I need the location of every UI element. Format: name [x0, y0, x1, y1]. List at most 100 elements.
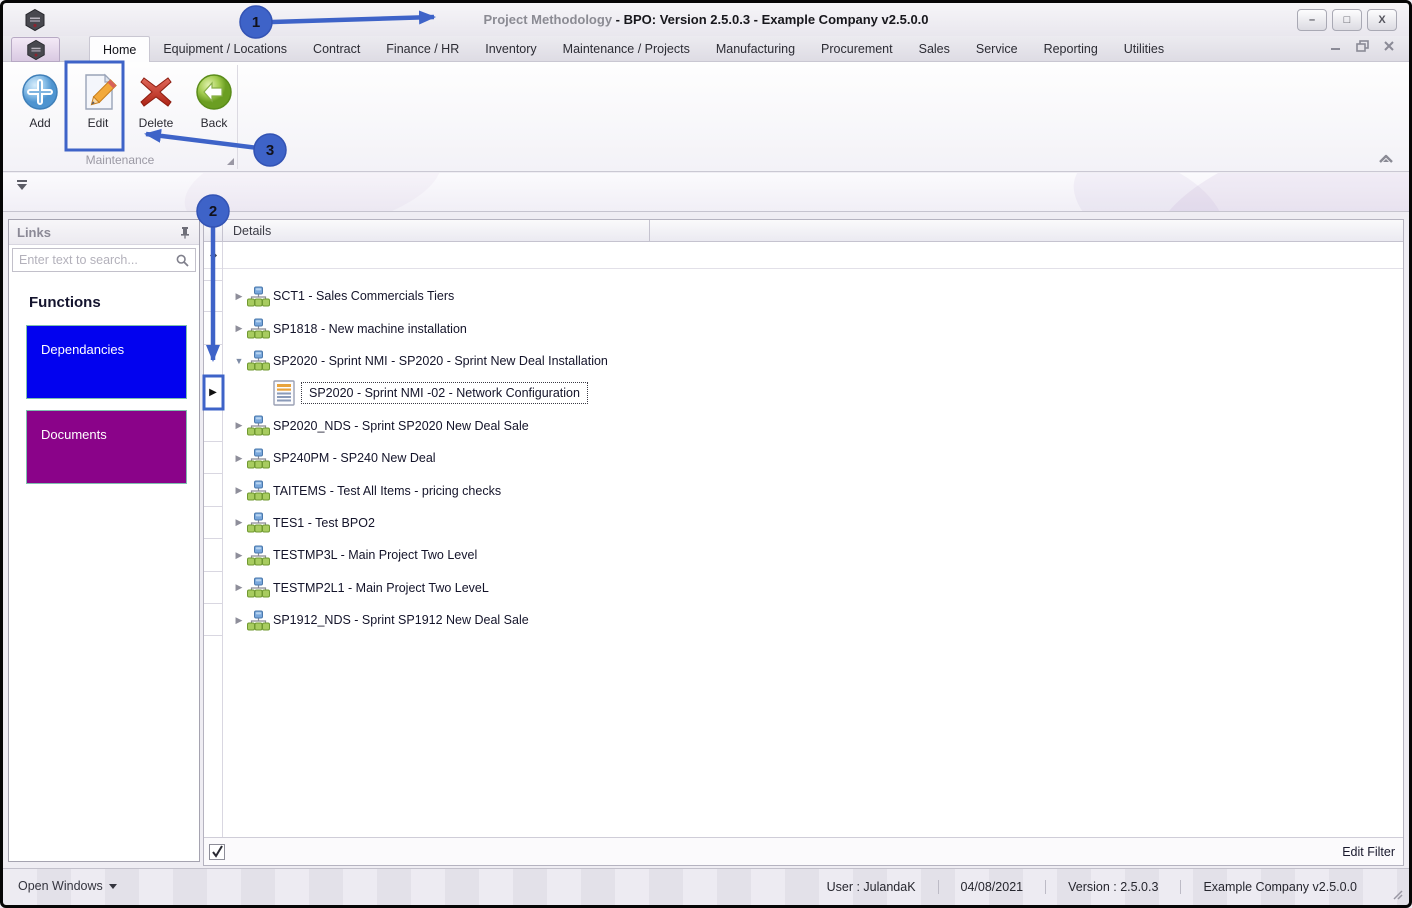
table-row[interactable]: ▶ SP240PM - SP240 New Deal	[223, 442, 1403, 474]
auto-filter-row[interactable]	[204, 242, 1403, 269]
tab-equipment-locations[interactable]: Equipment / Locations	[150, 36, 300, 62]
row-indicator-header	[204, 220, 223, 241]
pin-icon[interactable]	[179, 226, 191, 239]
table-row[interactable]: ▶ SP1818 - New machine installation	[223, 312, 1403, 344]
project-node-icon	[247, 286, 270, 307]
row-indicator-cell[interactable]	[204, 539, 222, 572]
column-divider[interactable]	[649, 220, 650, 241]
expand-arrow-icon[interactable]: ▶	[231, 550, 247, 561]
expand-arrow-icon[interactable]: ▶	[231, 615, 247, 626]
row-indicator-cell[interactable]	[204, 442, 222, 475]
links-panel-title: Links	[17, 224, 51, 240]
status-user: User : JulandaK	[826, 880, 916, 894]
table-row[interactable]: SP2020 - Sprint NMI -02 - Network Config…	[223, 377, 1403, 409]
tab-contract[interactable]: Contract	[300, 36, 373, 62]
search-placeholder: Enter text to search...	[19, 253, 138, 267]
status-version: Version : 2.5.0.3	[1045, 880, 1180, 894]
app-logo-icon	[26, 39, 45, 60]
delete-button-label: Delete	[138, 116, 174, 130]
group-dialog-launcher-icon[interactable]	[227, 158, 234, 165]
row-indicator-cell[interactable]	[204, 572, 222, 604]
ribbon-tab-row: Home Equipment / Locations Contract Finance…	[3, 36, 1409, 62]
row-indicator-cell[interactable]	[204, 507, 222, 540]
table-row[interactable]: ▶ TES1 - Test BPO2	[223, 507, 1403, 539]
back-button-label: Back	[200, 116, 228, 130]
details-column-header[interactable]: Details	[233, 224, 271, 238]
ribbon-collapse-icon[interactable]	[1377, 151, 1395, 165]
application-window: Project Methodology - BPO: Version 2.5.0…	[0, 0, 1412, 908]
table-row[interactable]: ▶ TESTMP3L - Main Project Two Level	[223, 539, 1403, 571]
table-row[interactable]: ▶ SCT1 - Sales Commercials Tiers	[223, 280, 1403, 312]
expand-arrow-icon[interactable]: ▶	[231, 453, 247, 464]
tab-finance-hr[interactable]: Finance / HR	[373, 36, 472, 62]
links-panel: Links Enter text to search... Functions …	[8, 219, 200, 862]
application-menu-button[interactable]	[11, 37, 60, 62]
maximize-button[interactable]: □	[1332, 9, 1362, 31]
tab-service[interactable]: Service	[963, 36, 1031, 62]
tab-manufacturing[interactable]: Manufacturing	[703, 36, 808, 62]
back-button[interactable]: Back	[190, 68, 238, 130]
expand-arrow-icon[interactable]: ▶	[231, 420, 247, 431]
project-node-icon	[247, 577, 270, 598]
tab-procurement[interactable]: Procurement	[808, 36, 906, 62]
tab-sales[interactable]: Sales	[906, 36, 963, 62]
table-row[interactable]: ▶ SP2020_NDS - Sprint SP2020 New Deal Sa…	[223, 410, 1403, 442]
expand-arrow-icon[interactable]: ▼	[231, 356, 247, 366]
project-node-icon	[247, 448, 270, 469]
delete-button[interactable]: Delete	[132, 68, 180, 130]
expand-arrow-icon[interactable]: ▶	[231, 485, 247, 496]
mdi-restore-icon[interactable]	[1356, 40, 1369, 52]
row-indicator-cell[interactable]	[204, 345, 222, 378]
link-item-documents[interactable]: Documents	[26, 410, 187, 484]
link-item-dependancies[interactable]: Dependancies	[26, 325, 187, 399]
search-input[interactable]: Enter text to search...	[12, 248, 196, 272]
toolbar-band	[3, 173, 1409, 212]
row-indicator-cell[interactable]	[204, 604, 222, 637]
band-dropdown-icon[interactable]	[16, 180, 28, 190]
row-indicator-cell[interactable]	[204, 410, 222, 442]
title-bar: Project Methodology - BPO: Version 2.5.0…	[3, 3, 1409, 36]
table-row[interactable]: ▼ SP2020 - Sprint NMI - SP2020 - Sprint …	[223, 345, 1403, 377]
window-title-app: - BPO: Version 2.5.0.3 - Example Company…	[612, 12, 929, 27]
filter-enabled-checkbox[interactable]	[209, 843, 225, 860]
table-row[interactable]: ▶ SP1912_NDS - Sprint SP1912 New Deal Sa…	[223, 604, 1403, 636]
resize-grip[interactable]	[1389, 886, 1403, 900]
row-indicator-cell[interactable]	[204, 474, 222, 507]
close-button[interactable]: X	[1367, 9, 1397, 31]
mdi-close-icon[interactable]	[1383, 40, 1395, 52]
tab-maintenance-projects[interactable]: Maintenance / Projects	[550, 36, 703, 62]
mdi-minimize-icon[interactable]	[1330, 40, 1342, 52]
back-icon	[196, 74, 232, 110]
expand-arrow-icon[interactable]: ▶	[231, 517, 247, 528]
row-indicator-cell[interactable]	[204, 312, 222, 345]
current-row-indicator[interactable]: ▶	[204, 377, 222, 410]
tab-inventory[interactable]: Inventory	[472, 36, 549, 62]
window-title: Project Methodology - BPO: Version 2.5.0…	[3, 12, 1409, 27]
edit-button[interactable]: Edit	[74, 68, 122, 130]
ribbon: Add Edit Delete Back Maintenance	[3, 62, 1409, 172]
ribbon-group-maintenance: Add Edit Delete Back Maintenance	[8, 62, 240, 171]
edit-filter-link[interactable]: Edit Filter	[1342, 845, 1395, 859]
project-node-icon	[247, 350, 270, 371]
minimize-button[interactable]: –	[1297, 9, 1327, 31]
expand-arrow-icon[interactable]: ▶	[231, 291, 247, 302]
project-tree: ▶ SCT1 - Sales Commercials Tiers ▶ SP181…	[223, 268, 1403, 837]
edit-icon	[85, 73, 117, 110]
add-button[interactable]: Add	[16, 68, 64, 130]
decorative-swirl	[176, 173, 450, 211]
tree-row-label: SP240PM - SP240 New Deal	[273, 451, 436, 466]
current-row-arrow-icon: ▶	[209, 386, 217, 398]
expand-arrow-icon[interactable]: ▶	[231, 323, 247, 334]
tab-reporting[interactable]: Reporting	[1031, 36, 1111, 62]
row-indicator-cell[interactable]	[204, 280, 222, 313]
open-windows-dropdown[interactable]: Open Windows	[18, 879, 117, 893]
row-indicator-column: ▶	[204, 268, 223, 837]
tree-row-label: TESTMP3L - Main Project Two Level	[273, 548, 478, 563]
tab-home[interactable]: Home	[89, 36, 151, 62]
task-document-icon	[273, 380, 295, 407]
table-row[interactable]: ▶ TAITEMS - Test All Items - pricing che…	[223, 474, 1403, 506]
expand-arrow-icon[interactable]: ▶	[231, 582, 247, 593]
delete-icon	[140, 77, 172, 107]
tab-utilities[interactable]: Utilities	[1111, 36, 1177, 62]
table-row[interactable]: ▶ TESTMP2L1 - Main Project Two LeveL	[223, 572, 1403, 604]
